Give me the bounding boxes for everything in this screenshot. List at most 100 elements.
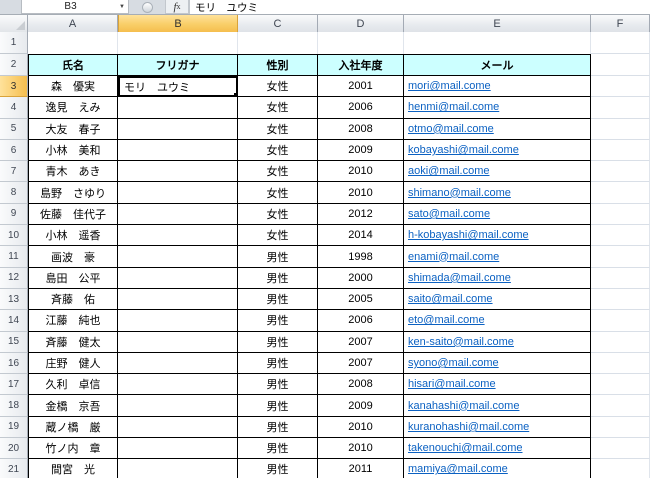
cell-F21[interactable] xyxy=(591,459,650,478)
cell-A6[interactable]: 小林 美和 xyxy=(28,140,118,161)
cell-A21[interactable]: 間宮 光 xyxy=(28,459,118,478)
cell-A17[interactable]: 久利 卓信 xyxy=(28,374,118,395)
row-header-12[interactable]: 12 xyxy=(0,268,28,289)
column-header-F[interactable]: F xyxy=(591,15,650,32)
cell-E20[interactable]: takenouchi@mail.come xyxy=(404,438,591,459)
email-link[interactable]: shimada@mail.come xyxy=(408,272,511,284)
cell-A19[interactable]: 蔵ノ橋 厳 xyxy=(28,417,118,438)
cell-B1[interactable] xyxy=(118,32,238,54)
email-link[interactable]: kobayashi@mail.come xyxy=(408,144,519,156)
cell-C14[interactable]: 男性 xyxy=(238,310,318,331)
cell-C5[interactable]: 女性 xyxy=(238,119,318,140)
column-header-B[interactable]: B xyxy=(118,15,238,32)
cell-D7[interactable]: 2010 xyxy=(318,161,404,182)
column-header-C[interactable]: C xyxy=(238,15,318,32)
cell-B6[interactable] xyxy=(118,140,238,161)
cell-A10[interactable]: 小林 遥香 xyxy=(28,225,118,246)
cell-C16[interactable]: 男性 xyxy=(238,353,318,374)
cell-B13[interactable] xyxy=(118,289,238,310)
cell-C12[interactable]: 男性 xyxy=(238,268,318,289)
cell-E6[interactable]: kobayashi@mail.come xyxy=(404,140,591,161)
cell-F7[interactable] xyxy=(591,161,650,182)
cell-B20[interactable] xyxy=(118,438,238,459)
cell-A20[interactable]: 竹ノ内 章 xyxy=(28,438,118,459)
cell-F5[interactable] xyxy=(591,119,650,140)
row-header-13[interactable]: 13 xyxy=(0,289,28,310)
formula-input[interactable]: モリ ユウミ xyxy=(189,0,650,14)
cell-D6[interactable]: 2009 xyxy=(318,140,404,161)
cell-A11[interactable]: 画波 豪 xyxy=(28,246,118,267)
cell-E15[interactable]: ken-saito@mail.come xyxy=(404,332,591,353)
cell-C15[interactable]: 男性 xyxy=(238,332,318,353)
cell-C13[interactable]: 男性 xyxy=(238,289,318,310)
cell-D16[interactable]: 2007 xyxy=(318,353,404,374)
email-link[interactable]: mamiya@mail.come xyxy=(408,463,508,475)
insert-function-icon[interactable]: fx xyxy=(165,0,189,14)
cell-E8[interactable]: shimano@mail.come xyxy=(404,182,591,203)
row-header-19[interactable]: 19 xyxy=(0,417,28,438)
cell-C11[interactable]: 男性 xyxy=(238,246,318,267)
cell-C21[interactable]: 男性 xyxy=(238,459,318,478)
name-box-dropdown-icon[interactable]: ▼ xyxy=(119,4,128,10)
cell-D1[interactable] xyxy=(318,32,404,54)
cell-C7[interactable]: 女性 xyxy=(238,161,318,182)
cell-D3[interactable]: 2001 xyxy=(318,76,404,97)
cell-F17[interactable] xyxy=(591,374,650,395)
cell-B17[interactable] xyxy=(118,374,238,395)
cell-F6[interactable] xyxy=(591,140,650,161)
cell-D15[interactable]: 2007 xyxy=(318,332,404,353)
cell-A12[interactable]: 島田 公平 xyxy=(28,268,118,289)
email-link[interactable]: sato@mail.come xyxy=(408,208,490,220)
cell-E1[interactable] xyxy=(404,32,591,54)
cell-D10[interactable]: 2014 xyxy=(318,225,404,246)
cell-E9[interactable]: sato@mail.come xyxy=(404,204,591,225)
column-header-E[interactable]: E xyxy=(404,15,591,32)
row-header-18[interactable]: 18 xyxy=(0,395,28,416)
cell-E13[interactable]: saito@mail.come xyxy=(404,289,591,310)
row-header-10[interactable]: 10 xyxy=(0,225,28,246)
table-header-cell-D2[interactable]: 入社年度 xyxy=(318,54,404,76)
cell-B12[interactable] xyxy=(118,268,238,289)
cell-E10[interactable]: h-kobayashi@mail.come xyxy=(404,225,591,246)
name-box[interactable]: B3 ▼ xyxy=(21,0,129,14)
row-header-17[interactable]: 17 xyxy=(0,374,28,395)
cell-A15[interactable]: 斉藤 健太 xyxy=(28,332,118,353)
table-header-cell-C2[interactable]: 性別 xyxy=(238,54,318,76)
column-header-D[interactable]: D xyxy=(318,15,404,32)
cell-A8[interactable]: 島野 さゆり xyxy=(28,182,118,203)
cell-F16[interactable] xyxy=(591,353,650,374)
cell-F9[interactable] xyxy=(591,204,650,225)
email-link[interactable]: mori@mail.come xyxy=(408,80,491,92)
cell-E11[interactable]: enami@mail.come xyxy=(404,246,591,267)
cell-F4[interactable] xyxy=(591,97,650,118)
cell-A5[interactable]: 大友 春子 xyxy=(28,119,118,140)
table-header-cell-A2[interactable]: 氏名 xyxy=(28,54,118,76)
row-header-1[interactable]: 1 xyxy=(0,32,28,54)
email-link[interactable]: h-kobayashi@mail.come xyxy=(408,229,529,241)
cell-B15[interactable] xyxy=(118,332,238,353)
cell-F2[interactable] xyxy=(591,54,650,76)
cell-B18[interactable] xyxy=(118,395,238,416)
cell-D18[interactable]: 2009 xyxy=(318,395,404,416)
row-header-21[interactable]: 21 xyxy=(0,459,28,478)
email-link[interactable]: henmi@mail.come xyxy=(408,101,499,113)
cell-F1[interactable] xyxy=(591,32,650,54)
formula-bar-splitter[interactable] xyxy=(129,0,165,14)
table-header-cell-B2[interactable]: フリガナ xyxy=(118,54,238,76)
cell-F15[interactable] xyxy=(591,332,650,353)
cell-C4[interactable]: 女性 xyxy=(238,97,318,118)
cell-D20[interactable]: 2010 xyxy=(318,438,404,459)
cell-A14[interactable]: 江藤 純也 xyxy=(28,310,118,331)
cell-D13[interactable]: 2005 xyxy=(318,289,404,310)
cell-B11[interactable] xyxy=(118,246,238,267)
cell-D5[interactable]: 2008 xyxy=(318,119,404,140)
cell-A1[interactable] xyxy=(28,32,118,54)
cell-C17[interactable]: 男性 xyxy=(238,374,318,395)
column-header-A[interactable]: A xyxy=(28,15,118,32)
cell-C20[interactable]: 男性 xyxy=(238,438,318,459)
email-link[interactable]: shimano@mail.come xyxy=(408,187,511,199)
email-link[interactable]: aoki@mail.come xyxy=(408,165,489,177)
cell-E18[interactable]: kanahashi@mail.come xyxy=(404,395,591,416)
row-header-6[interactable]: 6 xyxy=(0,140,28,161)
email-link[interactable]: otmo@mail.come xyxy=(408,123,494,135)
